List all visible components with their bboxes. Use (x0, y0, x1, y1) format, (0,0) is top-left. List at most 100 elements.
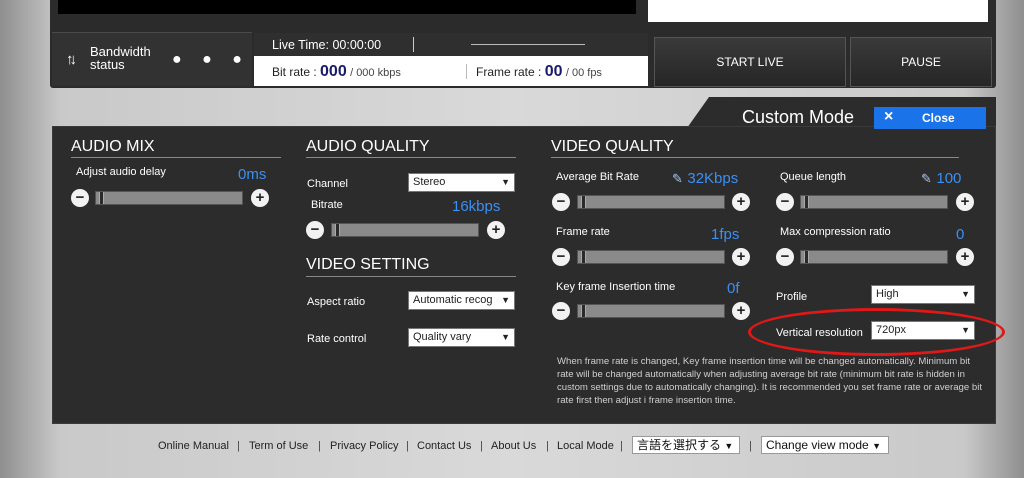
audio-delay-slider[interactable] (95, 191, 243, 205)
audio-delay-minus-button[interactable]: − (71, 189, 89, 207)
footer-separator: | (546, 440, 549, 452)
live-time-row: Live Time: 00:00:00 (254, 33, 648, 56)
frame-rate-label: Frame rate (556, 226, 610, 238)
footer: Online Manual | Term of Use | Privacy Po… (0, 434, 1024, 456)
channel-select[interactable]: Stereo ▼ (408, 173, 515, 192)
chevron-down-icon: ▼ (501, 177, 510, 187)
bit-rate: Bit rate : 000 / 000 kbps (272, 63, 401, 80)
slider-thumb[interactable] (804, 251, 809, 263)
pause-button[interactable]: PAUSE (850, 37, 992, 87)
section-divider (306, 157, 516, 158)
term-of-use-link[interactable]: Term of Use (249, 440, 308, 452)
avg-bitrate-minus-button[interactable]: − (552, 193, 570, 211)
view-mode-select[interactable]: Change view mode ▼ (761, 436, 889, 454)
close-button[interactable]: × Close (874, 107, 986, 129)
privacy-policy-link[interactable]: Privacy Policy (330, 440, 398, 452)
profile-select[interactable]: High ▼ (871, 285, 975, 304)
keyframe-value: 0f (727, 280, 740, 297)
audio-bitrate-minus-button[interactable]: − (306, 221, 324, 239)
bandwidth-status: ↑↓ Bandwidth status ● ● ● (52, 32, 252, 86)
audio-bitrate-plus-button[interactable]: + (487, 221, 505, 239)
footer-separator: | (480, 440, 483, 452)
contact-us-link[interactable]: Contact Us (417, 440, 471, 452)
section-divider (306, 276, 516, 277)
avg-bitrate-label: Average Bit Rate (556, 171, 639, 183)
keyframe-minus-button[interactable]: − (552, 302, 570, 320)
chevron-down-icon: ▼ (961, 289, 970, 299)
slider-thumb[interactable] (581, 196, 586, 208)
video-setting-heading: VIDEO SETTING (306, 256, 430, 273)
local-mode-link[interactable]: Local Mode (557, 440, 614, 452)
bandwidth-label: Bandwidth status (90, 44, 151, 72)
max-compression-slider[interactable] (800, 250, 948, 264)
frame-rate-plus-button[interactable]: + (732, 248, 750, 266)
language-select[interactable]: 言語を選択する ▼ (632, 436, 740, 454)
slider-thumb[interactable] (335, 224, 340, 236)
audio-quality-heading: AUDIO QUALITY (306, 138, 430, 155)
pencil-icon[interactable]: ✎ (921, 171, 932, 186)
footer-separator: | (749, 440, 752, 452)
audio-delay-value: 0ms (238, 166, 267, 183)
audio-delay-label: Adjust audio delay (76, 166, 166, 178)
queue-length-plus-button[interactable]: + (956, 193, 974, 211)
bandwidth-dots: ● ● ● (172, 51, 250, 68)
footer-separator: | (237, 440, 240, 452)
audio-bitrate-slider[interactable] (331, 223, 479, 237)
slider-thumb[interactable] (581, 305, 586, 317)
chevron-down-icon: ▼ (501, 295, 510, 305)
live-info-panel: Live Time: 00:00:00 Bit rate : 000 / 000… (254, 33, 648, 86)
section-divider (551, 157, 959, 158)
updown-arrows-icon: ↑↓ (66, 51, 77, 68)
queue-length-slider[interactable] (800, 195, 948, 209)
frame-rate-value: 1fps (711, 226, 740, 243)
keyframe-plus-button[interactable]: + (732, 302, 750, 320)
audio-bitrate-value: 16kbps (452, 198, 501, 215)
aspect-ratio-label: Aspect ratio (307, 296, 366, 308)
audio-bitrate-label: Bitrate (311, 199, 343, 211)
channel-label: Channel (307, 178, 348, 190)
rate-control-select[interactable]: Quality vary ▼ (408, 328, 515, 347)
video-preview (58, 0, 636, 14)
audio-delay-plus-button[interactable]: + (251, 189, 269, 207)
keyframe-slider[interactable] (577, 304, 725, 318)
chevron-down-icon: ▼ (501, 332, 510, 342)
divider (466, 64, 467, 79)
audio-mix-heading: AUDIO MIX (71, 138, 155, 155)
live-time: Live Time: 00:00:00 (272, 38, 382, 52)
chevron-down-icon: ▼ (724, 441, 734, 451)
avg-bitrate-slider[interactable] (577, 195, 725, 209)
rate-row: Bit rate : 000 / 000 kbps Frame rate : 0… (254, 56, 648, 86)
rate-control-label: Rate control (307, 333, 367, 345)
keyframe-label: Key frame Insertion time (556, 281, 676, 293)
footer-separator: | (406, 440, 409, 452)
frame-rate: Frame rate : 00 / 00 fps (476, 63, 602, 80)
about-us-link[interactable]: About Us (491, 440, 536, 452)
preview-panel (648, 0, 988, 22)
section-divider (71, 157, 281, 158)
custom-mode-title: Custom Mode (742, 107, 855, 127)
frame-rate-minus-button[interactable]: − (552, 248, 570, 266)
queue-length-readout: ✎ 100 (921, 170, 962, 187)
profile-label: Profile (776, 291, 808, 303)
highlight-oval (748, 308, 1005, 356)
max-compression-plus-button[interactable]: + (956, 248, 974, 266)
max-compression-label: Max compression ratio (780, 226, 891, 238)
video-quality-heading: VIDEO QUALITY (551, 138, 674, 155)
avg-bitrate-readout: ✎ 32Kbps (672, 170, 739, 187)
max-compression-minus-button[interactable]: − (776, 248, 794, 266)
footer-separator: | (318, 440, 321, 452)
online-manual-link[interactable]: Online Manual (158, 440, 229, 452)
slider-thumb[interactable] (99, 192, 104, 204)
pencil-icon[interactable]: ✎ (672, 171, 683, 186)
aspect-ratio-select[interactable]: Automatic recog ▼ (408, 291, 515, 310)
start-live-button[interactable]: START LIVE (654, 37, 846, 87)
slider-thumb[interactable] (804, 196, 809, 208)
queue-length-label: Queue length (780, 171, 847, 183)
chevron-down-icon: ▼ (872, 441, 881, 451)
frame-rate-slider[interactable] (577, 250, 725, 264)
queue-length-minus-button[interactable]: − (776, 193, 794, 211)
max-compression-value: 0 (956, 226, 965, 243)
slider-thumb[interactable] (581, 251, 586, 263)
avg-bitrate-plus-button[interactable]: + (732, 193, 750, 211)
close-icon: × (884, 108, 894, 125)
